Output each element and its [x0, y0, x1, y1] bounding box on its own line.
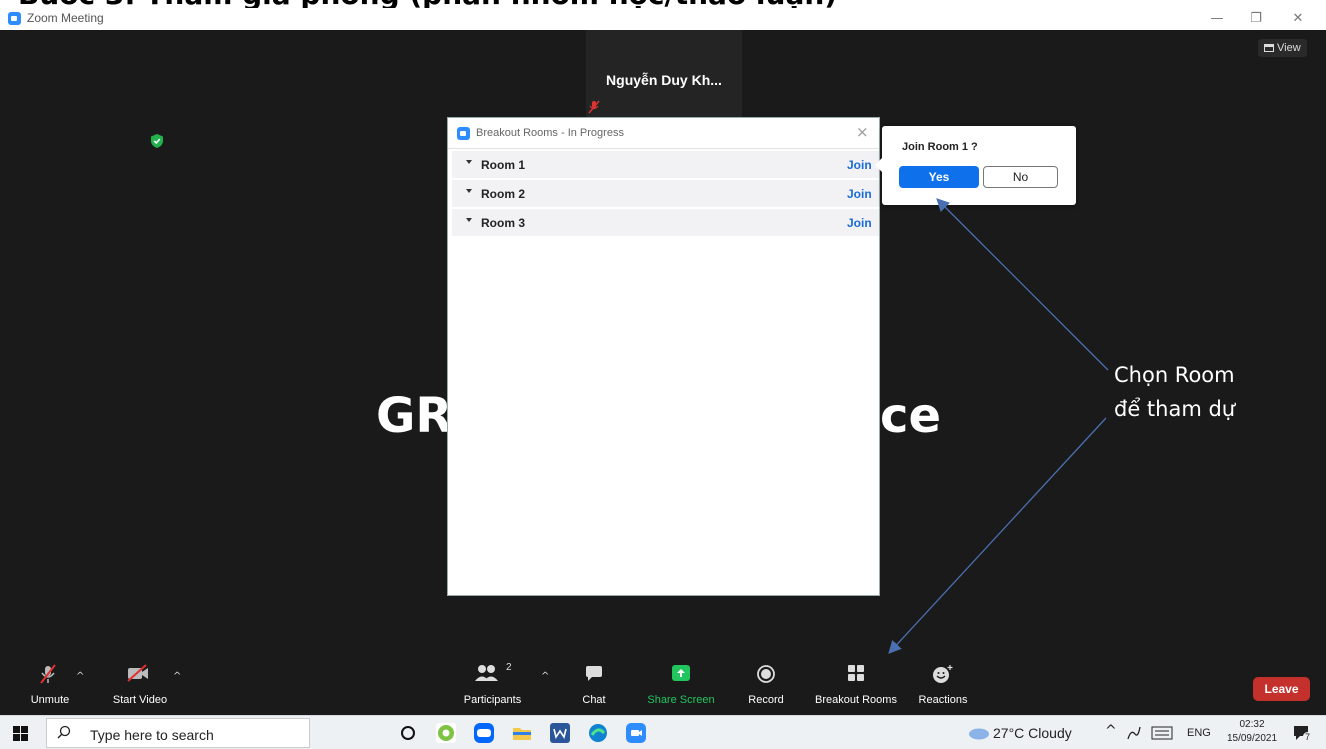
- edge-browser-icon[interactable]: [588, 723, 608, 743]
- grid-icon: [1264, 44, 1274, 52]
- dialog-header: Breakout Rooms - In Progress ×: [448, 118, 879, 149]
- chevron-down-icon[interactable]: [466, 189, 472, 193]
- window-titlebar: Zoom Meeting — ❐ ✕: [0, 8, 1326, 30]
- search-icon: [57, 725, 71, 739]
- reactions-button[interactable]: Reactions: [914, 638, 972, 715]
- word-icon[interactable]: [550, 723, 570, 743]
- record-label: Record: [748, 694, 784, 706]
- window-title: Zoom Meeting: [27, 11, 104, 25]
- view-label: View: [1277, 42, 1301, 54]
- breakout-rooms-icon: [848, 665, 864, 681]
- notification-count: 7: [1303, 732, 1313, 742]
- room-row[interactable]: Room 3 Join: [452, 209, 879, 237]
- security-shield-icon: [151, 134, 163, 148]
- annotation-line-1: Chọn Room: [1114, 363, 1235, 387]
- audio-options-chevron[interactable]: ^: [76, 671, 84, 682]
- room-name: Room 1: [481, 158, 526, 172]
- cortana-icon[interactable]: [400, 725, 416, 741]
- yes-button[interactable]: Yes: [899, 166, 979, 188]
- video-options-chevron[interactable]: ^: [173, 671, 181, 682]
- pen-icon[interactable]: [1126, 725, 1142, 741]
- share-screen-icon: [672, 665, 690, 681]
- restore-button[interactable]: ❐: [1241, 10, 1271, 28]
- participants-icon: [475, 665, 498, 681]
- close-icon[interactable]: ×: [856, 123, 869, 141]
- join-room-button[interactable]: Join: [847, 158, 872, 172]
- annotation-line-2: để tham dự: [1114, 397, 1236, 421]
- weather-text[interactable]: 27°C Cloudy: [993, 725, 1072, 741]
- chat-button[interactable]: Chat: [574, 638, 614, 715]
- video-off-icon: [127, 664, 148, 682]
- screenshot: Bước 3: Tham gia phòng (phân nhóm học/th…: [0, 0, 1326, 749]
- annotation-text: Chọn Room để tham dự: [1114, 358, 1235, 426]
- language-indicator[interactable]: ENG: [1187, 727, 1211, 739]
- chat-label: Chat: [582, 694, 606, 706]
- reactions-label: Reactions: [918, 694, 968, 706]
- room-row[interactable]: Room 2 Join: [452, 180, 879, 208]
- room-row[interactable]: Room 1 Join: [452, 151, 879, 179]
- unmute-button[interactable]: ^ Unmute: [20, 638, 84, 715]
- close-window-button[interactable]: ✕: [1283, 10, 1313, 28]
- participant-name: Nguyễn Duy Kh...: [606, 72, 722, 88]
- cloud-weather-icon: [969, 728, 989, 740]
- windows-start-icon[interactable]: [13, 726, 28, 741]
- shared-text-left: GR: [376, 388, 453, 444]
- join-room-popup: Join Room 1 ? Yes No: [875, 126, 1076, 205]
- breakout-rooms-label: Breakout Rooms: [815, 694, 897, 706]
- breakout-rooms-button[interactable]: Breakout Rooms: [809, 638, 903, 715]
- tray-overflow-chevron-icon[interactable]: ^: [1105, 723, 1117, 739]
- touch-keyboard-icon[interactable]: [1151, 726, 1173, 740]
- minimize-button[interactable]: —: [1202, 10, 1232, 28]
- view-button[interactable]: View: [1258, 39, 1307, 57]
- join-room-button[interactable]: Join: [847, 216, 872, 230]
- clock-date: 15/09/2021: [1226, 733, 1278, 744]
- reactions-smiley-icon: [933, 665, 953, 683]
- search-placeholder: Type here to search: [90, 727, 214, 743]
- room-name: Room 3: [481, 216, 526, 230]
- chat-icon: [586, 666, 602, 681]
- windows-taskbar: Type here to search 27°C Cloudy ^ ENG 02…: [0, 715, 1326, 749]
- zoom-app-icon: [457, 127, 470, 140]
- join-question: Join Room 1 ?: [902, 141, 978, 153]
- join-room-button[interactable]: Join: [847, 187, 872, 201]
- meeting-toolbar: ^ Unmute ^ Start Video 2 ^ Participants: [0, 638, 1326, 715]
- participant-tile[interactable]: Nguyễn Duy Kh...: [586, 30, 742, 118]
- participants-label: Participants: [463, 694, 522, 706]
- zoom-app-icon: [8, 12, 21, 25]
- coc-coc-browser-icon[interactable]: [436, 723, 456, 743]
- dialog-title: Breakout Rooms - In Progress: [476, 127, 624, 139]
- file-explorer-icon[interactable]: [512, 723, 532, 743]
- muted-mic-icon: [40, 664, 56, 684]
- zoom-taskbar-icon[interactable]: [626, 723, 646, 743]
- taskbar-search[interactable]: Type here to search: [46, 718, 310, 748]
- share-screen-label: Share Screen: [647, 694, 715, 706]
- clock-time: 02:32: [1239, 719, 1265, 730]
- no-button[interactable]: No: [983, 166, 1058, 188]
- leave-button[interactable]: Leave: [1253, 677, 1310, 701]
- participants-options-chevron[interactable]: ^: [541, 671, 549, 682]
- muted-mic-icon: [588, 100, 600, 114]
- shared-text-right: ce: [880, 388, 942, 444]
- start-video-label: Start Video: [112, 694, 168, 706]
- chevron-down-icon[interactable]: [466, 218, 472, 222]
- unmute-label: Unmute: [30, 694, 70, 706]
- start-video-button[interactable]: ^ Start Video: [105, 638, 181, 715]
- chevron-down-icon[interactable]: [466, 160, 472, 164]
- participants-button[interactable]: 2 ^ Participants: [455, 638, 550, 715]
- clock[interactable]: 02:32 15/09/2021: [1224, 718, 1280, 746]
- breakout-rooms-dialog: Breakout Rooms - In Progress × Room 1 Jo…: [447, 117, 880, 596]
- participants-count: 2: [506, 662, 512, 673]
- record-button[interactable]: Record: [743, 638, 789, 715]
- record-icon: [757, 665, 775, 683]
- share-screen-button[interactable]: Share Screen: [643, 638, 719, 715]
- room-name: Room 2: [481, 187, 526, 201]
- zalo-icon[interactable]: [474, 723, 494, 743]
